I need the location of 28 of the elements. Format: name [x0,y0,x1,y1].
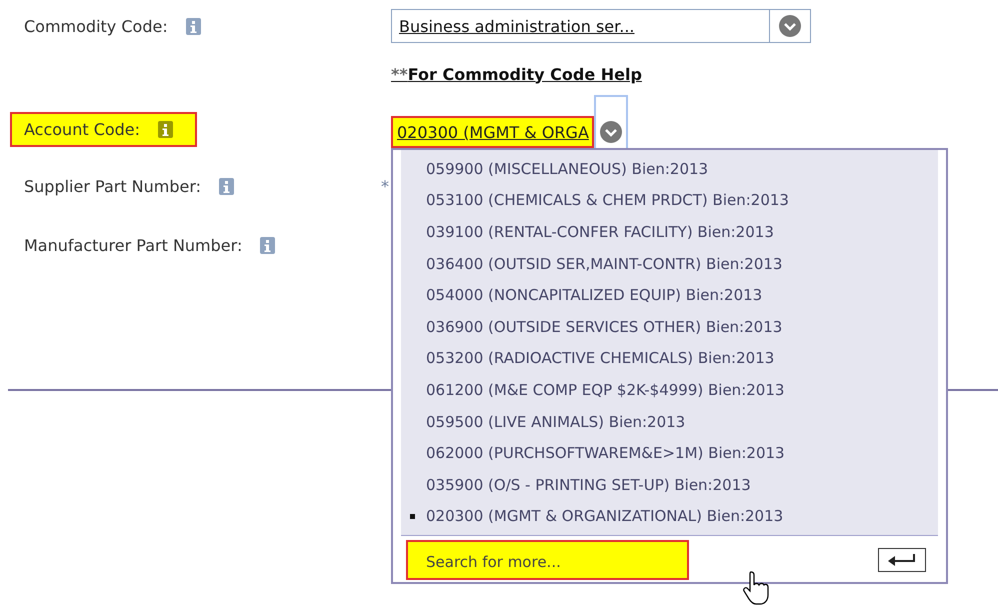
info-icon[interactable] [186,18,201,34]
field-label: Manufacturer Part Number: [24,236,242,254]
commodity-code-select[interactable]: Business administration ser... [391,9,811,43]
dropdown-item[interactable]: 061200 (M&E COMP EQP $2K-$4999) Bien:2013 [426,380,784,399]
dropdown-item[interactable]: 020300 (MGMT & ORGANIZATIONAL) Bien:2013 [426,507,784,526]
enter-key-icon[interactable] [878,548,926,572]
dropdown-item[interactable]: 036400 (OUTSID SER,MAINT-CONTR) Bien:2013 [426,254,782,273]
field-label: Account Code: [24,120,140,138]
required-mark: * [381,176,389,196]
commodity-code-help-link[interactable]: **For Commodity Code Help [391,64,642,84]
dropdown-item[interactable]: 054000 (NONCAPITALIZED EQUIP) Bien:2013 [426,286,762,304]
field-label: Supplier Part Number: [24,176,202,196]
dropdown-item[interactable]: 053200 (RADIOACTIVE CHEMICALS) Bien:2013 [426,349,774,368]
info-icon[interactable] [260,236,276,254]
field-label: Commodity Code: [24,16,168,36]
search-for-more-link[interactable]: Search for more... [406,540,689,580]
dropdown-item[interactable]: 053100 (CHEMICALS & CHEM PRDCT) Bien:2013 [426,191,789,210]
dropdown-item[interactable]: 035900 (O/S - PRINTING SET-UP) Bien:2013 [426,476,751,494]
dropdown-item[interactable]: 036900 (OUTSIDE SERVICES OTHER) Bien:2013 [426,318,782,336]
dropdown-item[interactable]: 059500 (LIVE ANIMALS) Bien:2013 [426,412,686,431]
account-code-field[interactable]: 020300 (MGMT & ORGA [391,116,594,148]
dropdown-item[interactable]: 039100 (RENTAL-CONFER FACILITY) Bien:2013 [426,222,774,241]
info-icon[interactable] [219,178,234,194]
chevron-down-icon[interactable] [600,121,622,143]
chevron-down-icon[interactable] [779,15,801,37]
dropdown-item[interactable]: 059900 (MISCELLANEOUS) Bien:2013 [426,160,708,178]
dropdown-item[interactable]: 062000 (PURCHSOFTWAREM&E>1M) Bien:2013 [426,444,785,462]
info-icon[interactable] [158,120,174,138]
